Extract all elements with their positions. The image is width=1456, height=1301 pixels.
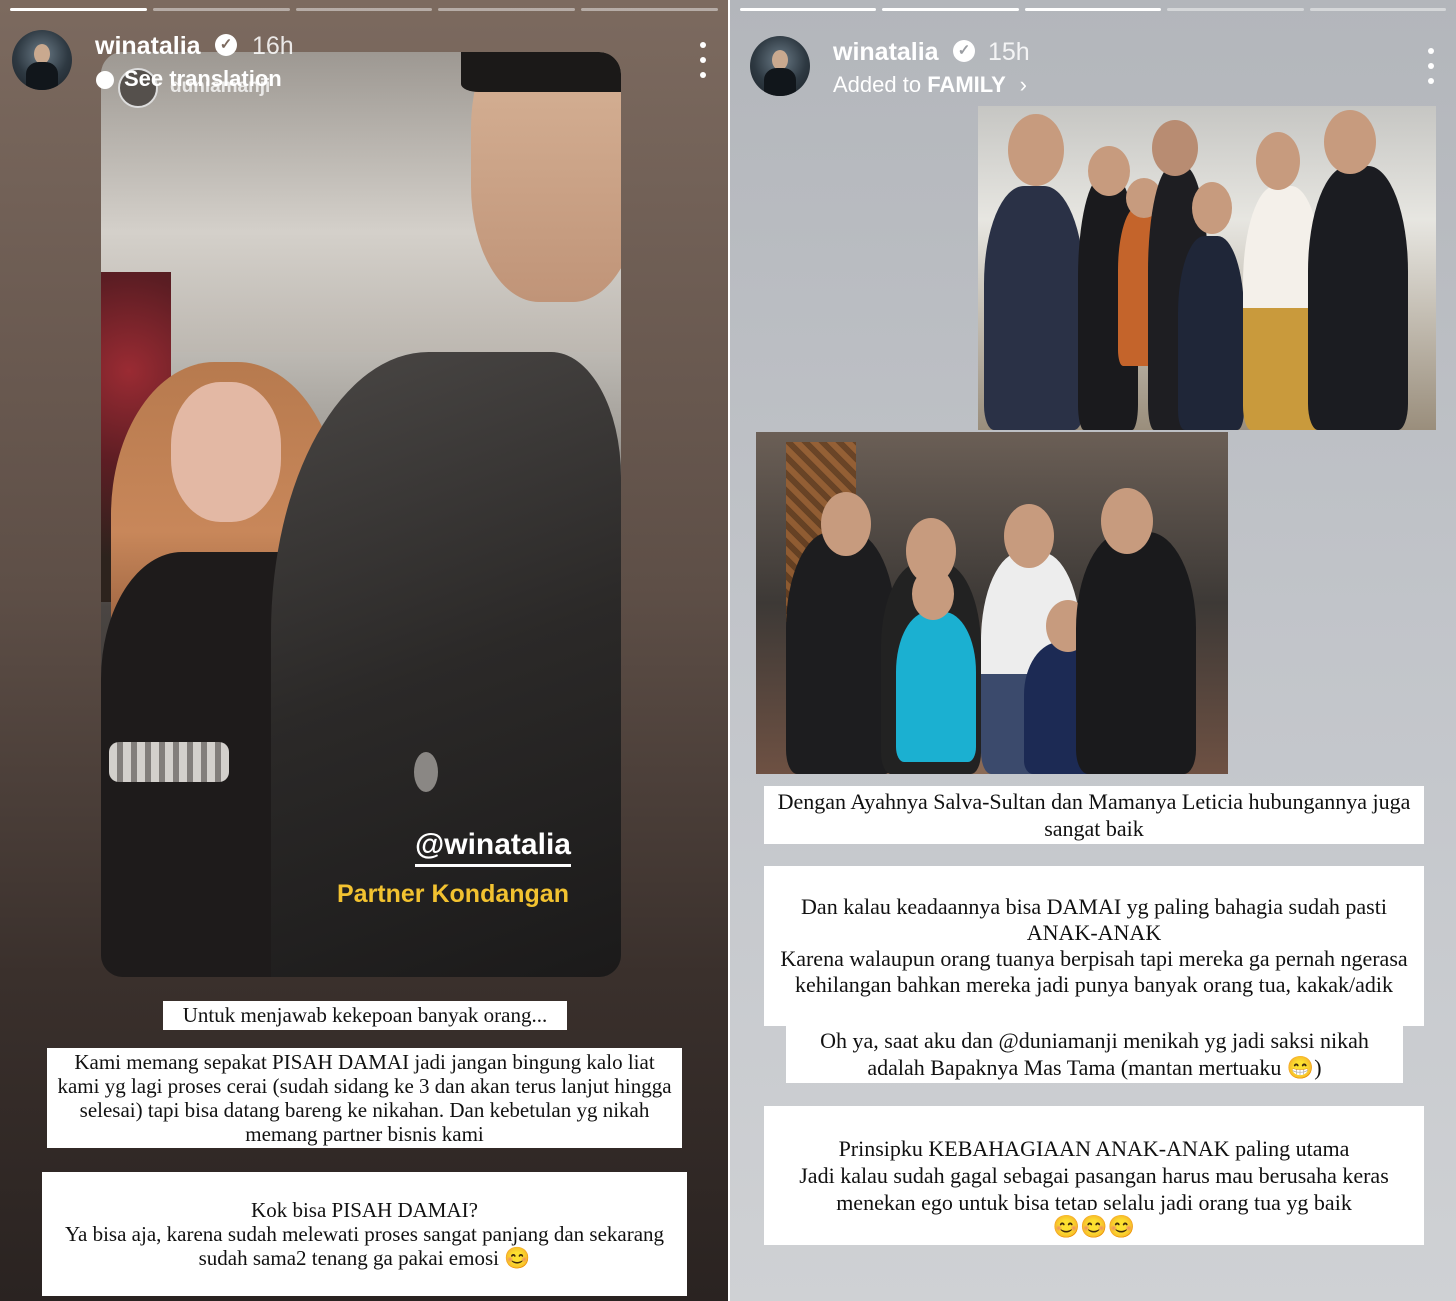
progress-segment [152, 8, 290, 11]
family-photo-2 [756, 432, 1228, 774]
watermark: @winatalia [415, 828, 571, 867]
belt [109, 742, 229, 782]
highlight-name: FAMILY [927, 72, 1006, 97]
text-box-content: Kok bisa PISAH DAMAI? Ya bisa aja, karen… [64, 1198, 665, 1270]
progress-segment [295, 8, 433, 11]
text-box-content: Prinsipku KEBAHAGIAAN ANAK-ANAK paling u… [799, 1136, 1389, 1215]
username[interactable]: winatalia [833, 38, 939, 67]
progress-segment [1167, 8, 1304, 11]
progress-segment [1024, 8, 1162, 11]
text-box: Kok bisa PISAH DAMAI? Ya bisa aja, karen… [42, 1172, 687, 1296]
chevron-right-icon: › [1019, 72, 1027, 97]
story-progress-bar [740, 8, 1447, 11]
timestamp: 16h [252, 32, 294, 60]
story-right[interactable]: winatalia ✓ 15h Added to FAMILY › Dengan… [728, 0, 1456, 1301]
progress-segment [581, 8, 718, 11]
emoji-content: 😊😊😊 [1052, 1214, 1136, 1239]
verified-badge-icon: ✓ [215, 34, 237, 56]
jacket-button [414, 752, 438, 792]
text-box-content: Dan kalau keadaannya bisa DAMAI yg palin… [780, 894, 1408, 997]
progress-segment [740, 8, 877, 11]
video-caption: Partner Kondangan [337, 880, 569, 908]
see-translation-link[interactable]: See translation [96, 66, 282, 92]
highlight-link[interactable]: Added to FAMILY › [833, 72, 1027, 98]
text-box-content: Dengan Ayahnya Salva-Sultan dan Mamanya … [777, 789, 1411, 841]
see-translation-label: See translation [124, 66, 282, 91]
verified-badge-icon: ✓ [953, 40, 975, 62]
added-to-label: Added to [833, 72, 922, 97]
text-box-content: Untuk menjawab kekepoan banyak orang... [182, 1003, 548, 1027]
text-box-content: Kami memang sepakat PISAH DAMAI jadi jan… [57, 1050, 672, 1146]
text-box: Dengan Ayahnya Salva-Sultan dan Mamanya … [764, 786, 1424, 844]
text-box: Dan kalau keadaannya bisa DAMAI yg palin… [764, 866, 1424, 1026]
progress-segment [882, 8, 1019, 11]
progress-segment [10, 8, 147, 11]
timestamp: 15h [988, 38, 1030, 66]
progress-segment [1309, 8, 1447, 11]
text-box: Oh ya, saat aku dan @duniamanji menikah … [786, 1025, 1403, 1083]
translate-bubble-icon [96, 71, 114, 90]
story-header: winatalia ✓ 15h Added to FAMILY › [750, 36, 1436, 98]
family-photo-1 [978, 106, 1436, 430]
story-progress-bar [10, 8, 718, 11]
avatar[interactable] [750, 36, 810, 96]
text-box: Untuk menjawab kekepoan banyak orang... [163, 1001, 567, 1030]
more-options-icon[interactable] [1426, 48, 1436, 84]
text-box: Kami memang sepakat PISAH DAMAI jadi jan… [47, 1048, 682, 1148]
woman-face [171, 382, 281, 522]
text-box-content: Oh ya, saat aku dan @duniamanji menikah … [820, 1028, 1369, 1080]
progress-segment [438, 8, 576, 11]
story-left[interactable]: duniamanji winatalia ✓ 16h See translati… [0, 0, 728, 1301]
avatar[interactable] [12, 30, 72, 90]
username[interactable]: winatalia [95, 32, 201, 61]
more-options-icon[interactable] [698, 42, 708, 78]
emoji-box: 😊😊😊 [1036, 1210, 1152, 1244]
